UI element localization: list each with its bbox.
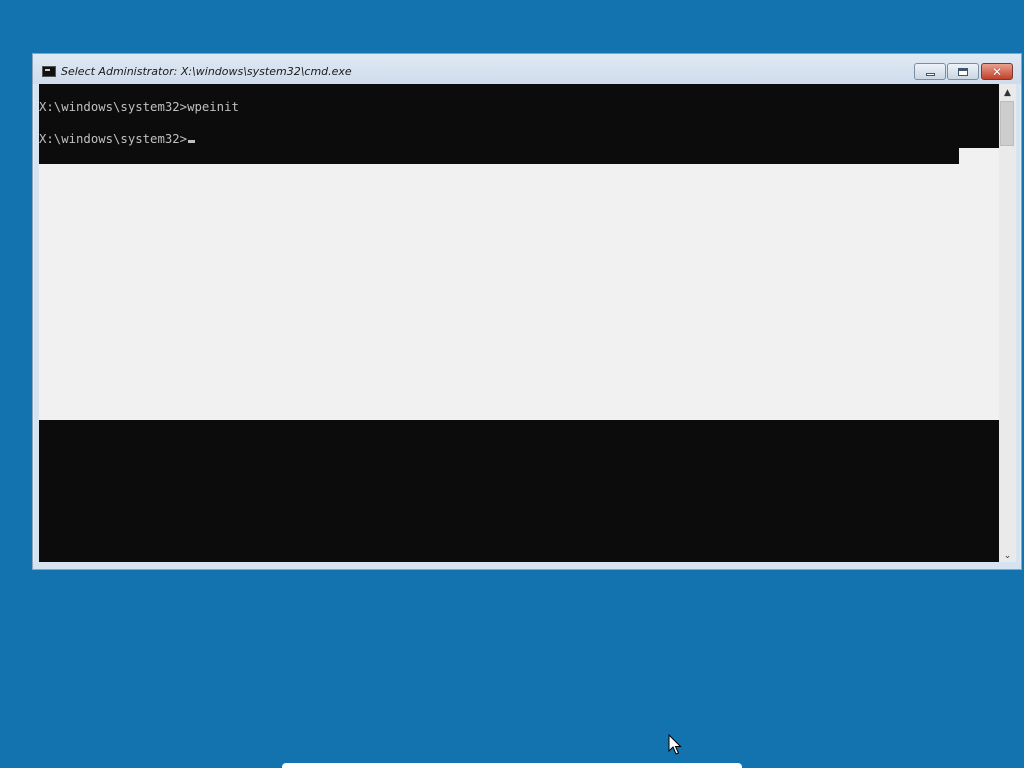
vertical-scrollbar[interactable]: ▲ ⌄	[999, 84, 1016, 564]
window-bottom-border	[33, 562, 1021, 569]
text-cursor	[188, 140, 196, 143]
console-area[interactable]: X:\windows\system32>wpeinit X:\windows\s…	[39, 84, 999, 564]
console-line: X:\windows\system32>wpeinit	[39, 100, 239, 114]
title-bar[interactable]: Select Administrator: X:\windows\system3…	[33, 54, 1021, 84]
maximize-icon	[948, 64, 978, 79]
window-title: Select Administrator: X:\windows\system3…	[61, 65, 352, 78]
close-icon: ✕	[991, 64, 1003, 79]
minimize-button[interactable]	[914, 63, 946, 80]
console-prompt-text: X:\windows\system32>	[39, 132, 188, 146]
close-button[interactable]: ✕	[981, 63, 1013, 80]
minimize-icon	[915, 64, 945, 79]
taskbar-edge	[282, 763, 742, 768]
render-artifact	[519, 420, 999, 436]
cmd-icon[interactable]	[42, 66, 56, 77]
console-line-text: X:\windows\system32>wpeinit	[39, 100, 239, 114]
render-artifact	[39, 164, 999, 420]
console-prompt-line: X:\windows\system32>	[39, 132, 196, 146]
cmd-window[interactable]: Select Administrator: X:\windows\system3…	[32, 53, 1022, 570]
scroll-thumb[interactable]	[1000, 101, 1014, 146]
mouse-pointer-icon	[668, 734, 682, 755]
render-artifact	[959, 148, 999, 164]
scroll-up-arrow-icon[interactable]: ▲	[999, 84, 1016, 101]
maximize-button[interactable]	[947, 63, 979, 80]
